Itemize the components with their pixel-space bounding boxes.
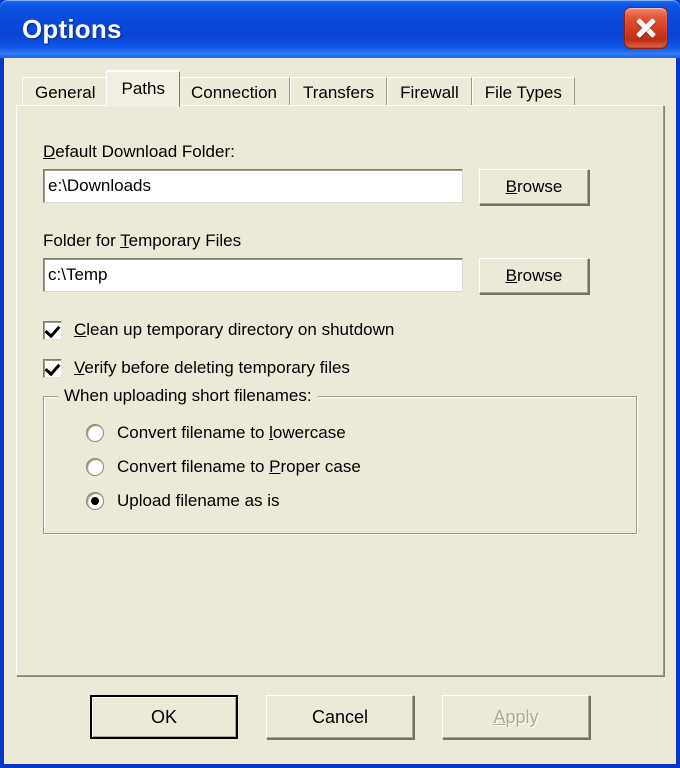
apply-accel: A [493,706,506,727]
checkbox-row-1[interactable]: Verify before deleting temporary files [43,358,637,378]
short-filenames-radio-list: Convert filename to lowercase Convert fil… [62,423,618,511]
checkbox-label-suffix-0: lean up temporary directory on shutdown [86,320,395,339]
download-folder-row: Browse [43,169,637,205]
checkbox-0-checked[interactable] [43,320,62,340]
radio-1-unselected[interactable] [86,458,104,476]
radio-label-prefix-2: Upload filename as is [117,491,280,510]
close-icon[interactable] [624,7,668,49]
temp-folder-label-prefix: Folder for [43,231,121,250]
temp-folder-row: Browse [43,258,637,294]
radio-label-2: Upload filename as is [117,491,280,511]
title-bar: Options [0,0,680,58]
checkbox-group: Clean up temporary directory on shutdown… [43,320,637,378]
checkbox-label-0: Clean up temporary directory on shutdown [74,320,394,340]
temp-folder-label-accel: T [120,231,129,250]
browse-download-accel: B [505,177,517,196]
download-folder-label: Default Download Folder: [43,142,637,162]
radio-label-prefix-0: Convert filename to [117,423,270,442]
window-title: Options [22,13,122,44]
apply-suffix: pply [505,706,539,727]
tab-firewall[interactable]: Firewall [387,77,472,106]
apply-button: Apply [442,695,590,739]
radio-2-selected[interactable] [86,492,104,510]
radio-label-suffix-0: owercase [272,423,346,442]
ok-button[interactable]: OK [90,695,238,739]
tab-connection[interactable]: Connection [177,77,290,106]
tab-transfers[interactable]: Transfers [289,77,388,106]
download-folder-input[interactable] [43,169,463,203]
download-folder-label-suffix: efault Download Folder: [55,142,235,161]
checkbox-1-checked[interactable] [43,358,62,378]
options-dialog-window: Options General Paths Connection Transfers F… [0,0,680,768]
radio-row-0[interactable]: Convert filename to lowercase [86,423,618,443]
checkbox-label-accel-0: C [74,320,87,339]
checkbox-label-accel-1: V [74,358,85,377]
short-filenames-groupbox: When uploading short filenames: Convert … [43,386,637,534]
radio-0-unselected[interactable] [86,424,104,442]
temp-folder-input[interactable] [43,258,463,292]
tab-general[interactable]: General [22,77,109,106]
browse-download-suffix: rowse [516,177,563,196]
radio-label-0: Convert filename to lowercase [117,423,346,443]
checkbox-label-suffix-1: erify before deleting temporary files [84,358,350,377]
browse-temp-accel: B [505,266,517,285]
checkbox-row-0[interactable]: Clean up temporary directory on shutdown [43,320,637,340]
browse-temp-folder-button[interactable]: Browse [479,258,589,294]
download-folder-label-accel: D [43,142,56,161]
radio-label-prefix-1: Convert filename to [117,457,270,476]
short-filenames-group-title: When uploading short filenames: [58,386,318,406]
dialog-button-bar: OK Cancel Apply [16,676,664,752]
tab-file-types[interactable]: File Types [471,77,575,106]
radio-row-2[interactable]: Upload filename as is [86,491,618,511]
radio-row-1[interactable]: Convert filename to Proper case [86,457,618,477]
checkbox-label-1: Verify before deleting temporary files [74,358,350,378]
tab-page-paths: Default Download Folder: Browse Folder f… [16,105,664,676]
browse-temp-suffix: rowse [516,266,563,285]
tab-strip: General Paths Connection Transfers Firewall F… [16,71,664,107]
browse-download-folder-button[interactable]: Browse [479,169,589,205]
radio-label-accel-1: P [269,457,281,476]
radio-label-suffix-1: roper case [280,457,361,476]
dialog-client-area: General Paths Connection Transfers Firewall F… [4,58,676,764]
radio-label-1: Convert filename to Proper case [117,457,361,477]
cancel-button[interactable]: Cancel [266,695,414,739]
temp-folder-label-suffix: emporary Files [128,231,242,250]
temp-folder-label: Folder for Temporary Files [43,231,637,251]
tab-paths[interactable]: Paths [106,71,180,107]
